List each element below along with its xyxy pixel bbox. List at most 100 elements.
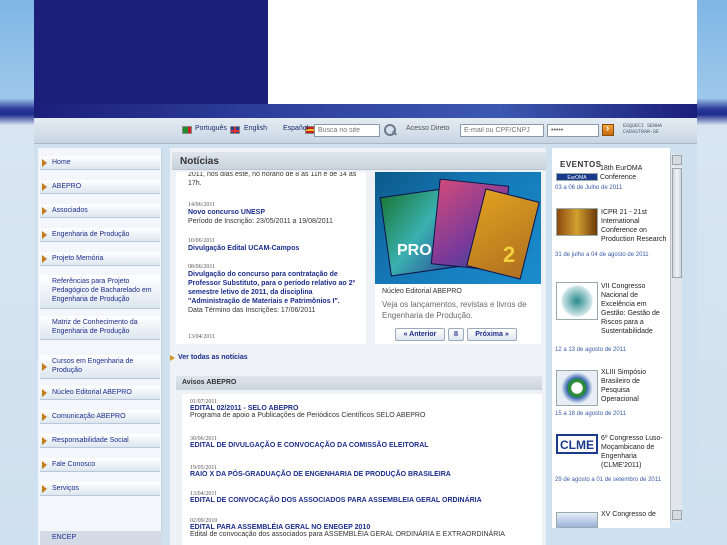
sidebar-item-associados[interactable]: Associados — [40, 204, 160, 218]
sidebar-item-servicos[interactable]: Serviços — [40, 482, 160, 496]
page-backdrop-right — [697, 0, 727, 545]
menu-arrow-icon — [42, 158, 47, 167]
menu-arrow-icon — [42, 412, 47, 421]
uk-flag-icon[interactable] — [230, 126, 240, 134]
event-name[interactable]: 18th EurOMA Conference — [600, 164, 668, 182]
news-item-title[interactable]: Novo concurso UNESP — [188, 208, 358, 217]
search-icon[interactable] — [383, 123, 397, 137]
event-logo-icon — [556, 512, 598, 528]
notice-text: Programa de apoio a Publicações de Perió… — [190, 412, 426, 419]
sidebar-item-responsabilidade-social[interactable]: Responsabilidade Social — [40, 434, 160, 448]
menu-arrow-icon — [42, 484, 47, 493]
notice-title[interactable]: RAIO X DA PÓS-GRADUAÇÃO DE ENGENHARIA DE… — [190, 471, 540, 478]
notice-title[interactable]: EDITAL DE DIVULGAÇÃO E CONVOCAÇÃO DA COM… — [190, 442, 540, 449]
scrollbar-thumb[interactable] — [672, 168, 682, 278]
news-item-title[interactable]: Divulgação do concurso para contratação … — [188, 270, 358, 306]
sidebar-item-engenharia-de-producao[interactable]: Engenharia de Produção — [40, 228, 160, 242]
events-title: EVENTOS — [560, 160, 602, 169]
slideshow-description: Veja os lançamentos, revistas e livros d… — [382, 300, 527, 320]
next-button[interactable]: Próxima » — [467, 328, 517, 341]
event-name[interactable]: VII Congresso Nacional de Excelência em … — [601, 282, 669, 336]
scroll-down-arrow-icon[interactable] — [672, 510, 682, 520]
account-links[interactable]: ESQUECI SENHA CADASTRAR-SE — [623, 123, 662, 135]
see-all-news-link[interactable]: Ver todas as notícias — [170, 354, 248, 361]
sidebar-item-label: Associados — [52, 207, 88, 214]
news-item[interactable]: 08/06/2011 Divulgação do concurso para c… — [188, 264, 358, 315]
sidebar-item-fale-conosco[interactable]: Fale Conosco — [40, 458, 160, 472]
notice-item[interactable]: 19/05/2011 RAIO X DA PÓS-GRADUAÇÃO DE EN… — [190, 465, 540, 478]
language-portuguese-link[interactable]: Português — [195, 125, 227, 132]
sidebar-item-comunicacao[interactable]: Comunicação ABEPRO — [40, 410, 160, 424]
event-name[interactable]: XLIII Simpósio Brasileiro de Pesquisa Op… — [601, 368, 669, 404]
sidebar-item-encep[interactable]: ENCEP — [40, 531, 162, 545]
notice-text: Edital de convocação dos associados para… — [190, 531, 505, 538]
notice-item[interactable]: 30/06/2011 EDITAL DE DIVULGAÇÃO E CONVOC… — [190, 436, 540, 449]
news-item-title[interactable]: Divulgação Edital UCAM-Campos — [188, 244, 358, 253]
notice-item[interactable]: 13/04/2011 EDITAL DE CONVOCAÇÃO DOS ASSO… — [190, 491, 540, 504]
email-field[interactable] — [460, 124, 544, 137]
sidebar-item-referencias-projeto-pedagogico[interactable]: Referências para Projeto Pedagógico de B… — [40, 275, 160, 309]
sidebar-item-label: Referências para Projeto Pedagógico de B… — [52, 278, 152, 303]
event-date: 29 de agosto a 01 de setembro de 2011 — [555, 477, 661, 483]
euroma-logo-icon: EurOMA — [556, 173, 598, 181]
sidebar-item-nucleo-editorial[interactable]: Núcleo Editorial ABEPRO — [40, 386, 160, 400]
sidebar-item-label: Comunicação ABEPRO — [52, 413, 126, 420]
sidebar-item-matriz-de-conhecimento[interactable]: Matriz de Conhecimento da Engenharia de … — [40, 316, 160, 340]
sidebar-item-cursos-em-engenharia[interactable]: Cursos em Engenharia de Produção — [40, 355, 160, 379]
main-content: Notícias 2011, nos dias este, no horário… — [170, 148, 546, 545]
menu-arrow-icon — [42, 388, 47, 397]
sidebar-item-label: Serviços — [52, 485, 79, 492]
news-header: Notícias — [172, 152, 546, 170]
notices-list[interactable]: 01/07/2011 EDITAL 02/2011 - SELO ABEPRO … — [182, 394, 542, 545]
news-item-text: Data Término das Inscrições: 17/06/2011 — [188, 307, 316, 314]
menu-arrow-icon — [42, 230, 47, 239]
event-date: 03 a 06 de Julho de 2011 — [555, 185, 623, 191]
sidebar-item-label: Fale Conosco — [52, 461, 96, 468]
sidebar-item-projeto-memoria[interactable]: Projeto Memória — [40, 252, 160, 266]
news-title: Notícias — [180, 156, 219, 167]
editorial-cover-image[interactable]: PRO 2 — [375, 172, 541, 284]
scroll-up-arrow-icon[interactable] — [672, 155, 682, 165]
language-spanish-link[interactable]: Español — [283, 125, 308, 132]
event-date: 15 a 18 de agosto de 2011 — [555, 411, 626, 417]
icpr-logo-icon — [556, 208, 598, 236]
news-item[interactable]: 13/04/2011 — [188, 334, 358, 340]
language-english-link[interactable]: English — [244, 125, 267, 132]
menu-arrow-icon — [42, 206, 47, 215]
sidebar-item-label: Engenharia de Produção — [52, 231, 130, 238]
page-backdrop-left — [0, 0, 34, 545]
book-title-text: PRO — [397, 242, 432, 259]
events-scrollbar[interactable] — [670, 154, 682, 522]
header-strip — [34, 104, 697, 118]
news-list[interactable]: 2011, nos dias este, no horário de 8 às … — [176, 172, 366, 344]
notice-item[interactable]: 02/09/2010 EDITAL PARA ASSEMBLÉIA GERAL … — [190, 518, 540, 538]
news-item[interactable]: 10/06/2011 Divulgação Edital UCAM-Campos — [188, 238, 358, 253]
menu-arrow-icon — [42, 362, 47, 371]
site-search-input[interactable] — [314, 124, 380, 137]
register-link[interactable]: CADASTRAR-SE — [623, 129, 662, 135]
pause-button[interactable]: II — [448, 328, 464, 341]
sidebar-item-abepro[interactable]: ABEPRO — [40, 180, 160, 194]
notice-item[interactable]: 01/07/2011 EDITAL 02/2011 - SELO ABEPRO … — [190, 399, 540, 419]
previous-button[interactable]: « Anterior — [395, 328, 445, 341]
notice-title[interactable]: EDITAL PARA ASSEMBLÉIA GERAL NO ENEGEP 2… — [190, 524, 540, 531]
sidebar-item-label: Home — [52, 159, 71, 166]
brazil-flag-icon[interactable] — [182, 126, 192, 134]
event-name[interactable]: XV Congresso de — [601, 510, 669, 519]
event-name[interactable]: 6º Congresso Luso-Moçambicano de Engenha… — [601, 434, 669, 470]
event-date: 31 de julho a 04 de agosto de 2011 — [555, 252, 649, 258]
login-button[interactable] — [602, 123, 614, 136]
editorial-slideshow: PRO 2 Núcleo Editorial ABEPRO Veja os la… — [375, 172, 541, 344]
news-item[interactable]: 14/06/2011 Novo concurso UNESP Período d… — [188, 202, 358, 226]
notice-title[interactable]: EDITAL DE CONVOCAÇÃO DOS ASSOCIADOS PARA… — [190, 497, 540, 504]
password-field[interactable] — [547, 124, 599, 137]
header-banner — [34, 0, 268, 118]
events-panel: EVENTOS 18th EurOMA Conference EurOMA 03… — [552, 148, 670, 528]
event-name[interactable]: ICPR 21 - 21st International Conference … — [601, 208, 669, 244]
news-item-text: Período de Inscrição: 23/05/2011 a 19/08… — [188, 218, 333, 225]
sidebar-item-label: Cursos em Engenharia de Produção — [52, 358, 134, 374]
sidebar-item-home[interactable]: Home — [40, 156, 160, 170]
sidebar-item-label: Projeto Memória — [52, 255, 104, 262]
menu-arrow-icon — [42, 182, 47, 191]
notice-title[interactable]: EDITAL 02/2011 - SELO ABEPRO — [190, 405, 540, 412]
